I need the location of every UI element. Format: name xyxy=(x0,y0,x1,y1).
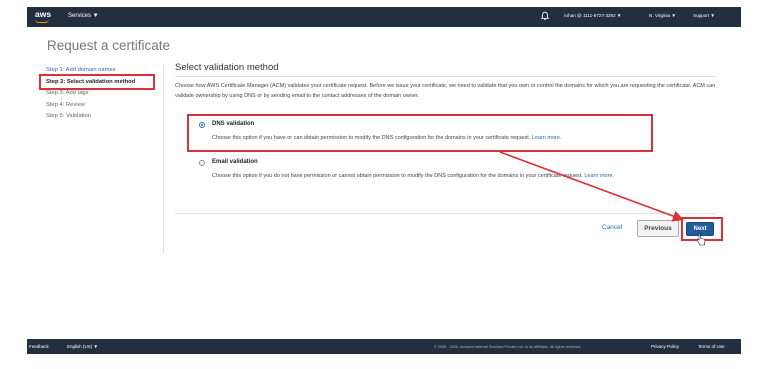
current-step-highlight xyxy=(39,74,155,90)
section-divider xyxy=(175,76,717,77)
step-review: Step 4: Review xyxy=(46,101,85,108)
dns-option-highlight xyxy=(187,114,653,152)
annotation-arrow-icon xyxy=(499,151,685,222)
terms-of-use-link[interactable]: Terms of Use xyxy=(698,344,725,349)
step-validation: Step 5: Validation xyxy=(46,113,92,119)
hand-cursor-icon xyxy=(696,233,706,246)
top-navigation-bar: aws Services ▼ rohan @ 1111-6727-3292 ▼ … xyxy=(27,7,741,27)
email-validation-text: Choose this option if you do not have pe… xyxy=(212,173,615,179)
section-title: Select validation method xyxy=(175,62,279,73)
aws-logo[interactable]: aws xyxy=(35,9,51,19)
feedback-link[interactable]: Feedback xyxy=(29,344,49,349)
sidebar-divider xyxy=(163,64,164,254)
cancel-button[interactable]: Cancel xyxy=(602,224,622,231)
validation-description: Choose how AWS Certificate Manager (ACM)… xyxy=(175,83,716,99)
email-validation-title[interactable]: Email validation xyxy=(212,159,258,165)
services-menu[interactable]: Services ▼ xyxy=(68,13,99,19)
language-selector[interactable]: English (US) ▼ xyxy=(67,344,98,349)
email-validation-radio[interactable] xyxy=(199,160,205,166)
aws-logo-smile xyxy=(35,19,49,23)
footer-bar: Feedback English (US) ▼ © 2008 - 2020, A… xyxy=(27,339,741,354)
bell-icon[interactable] xyxy=(540,11,550,21)
region-menu[interactable]: N. Virginia ▼ xyxy=(649,13,676,18)
previous-button[interactable]: Previous xyxy=(637,220,679,237)
support-menu[interactable]: Support ▼ xyxy=(693,13,715,18)
privacy-policy-link[interactable]: Privacy Policy xyxy=(651,344,679,349)
actions-divider xyxy=(175,213,717,214)
account-menu[interactable]: rohan @ 1111-6727-3292 ▼ xyxy=(564,13,621,18)
page-title: Request a certificate xyxy=(47,38,171,53)
copyright-text: © 2008 - 2020, Amazon Internet Services … xyxy=(434,344,582,349)
email-learn-more-link[interactable]: Learn more. xyxy=(584,173,614,179)
